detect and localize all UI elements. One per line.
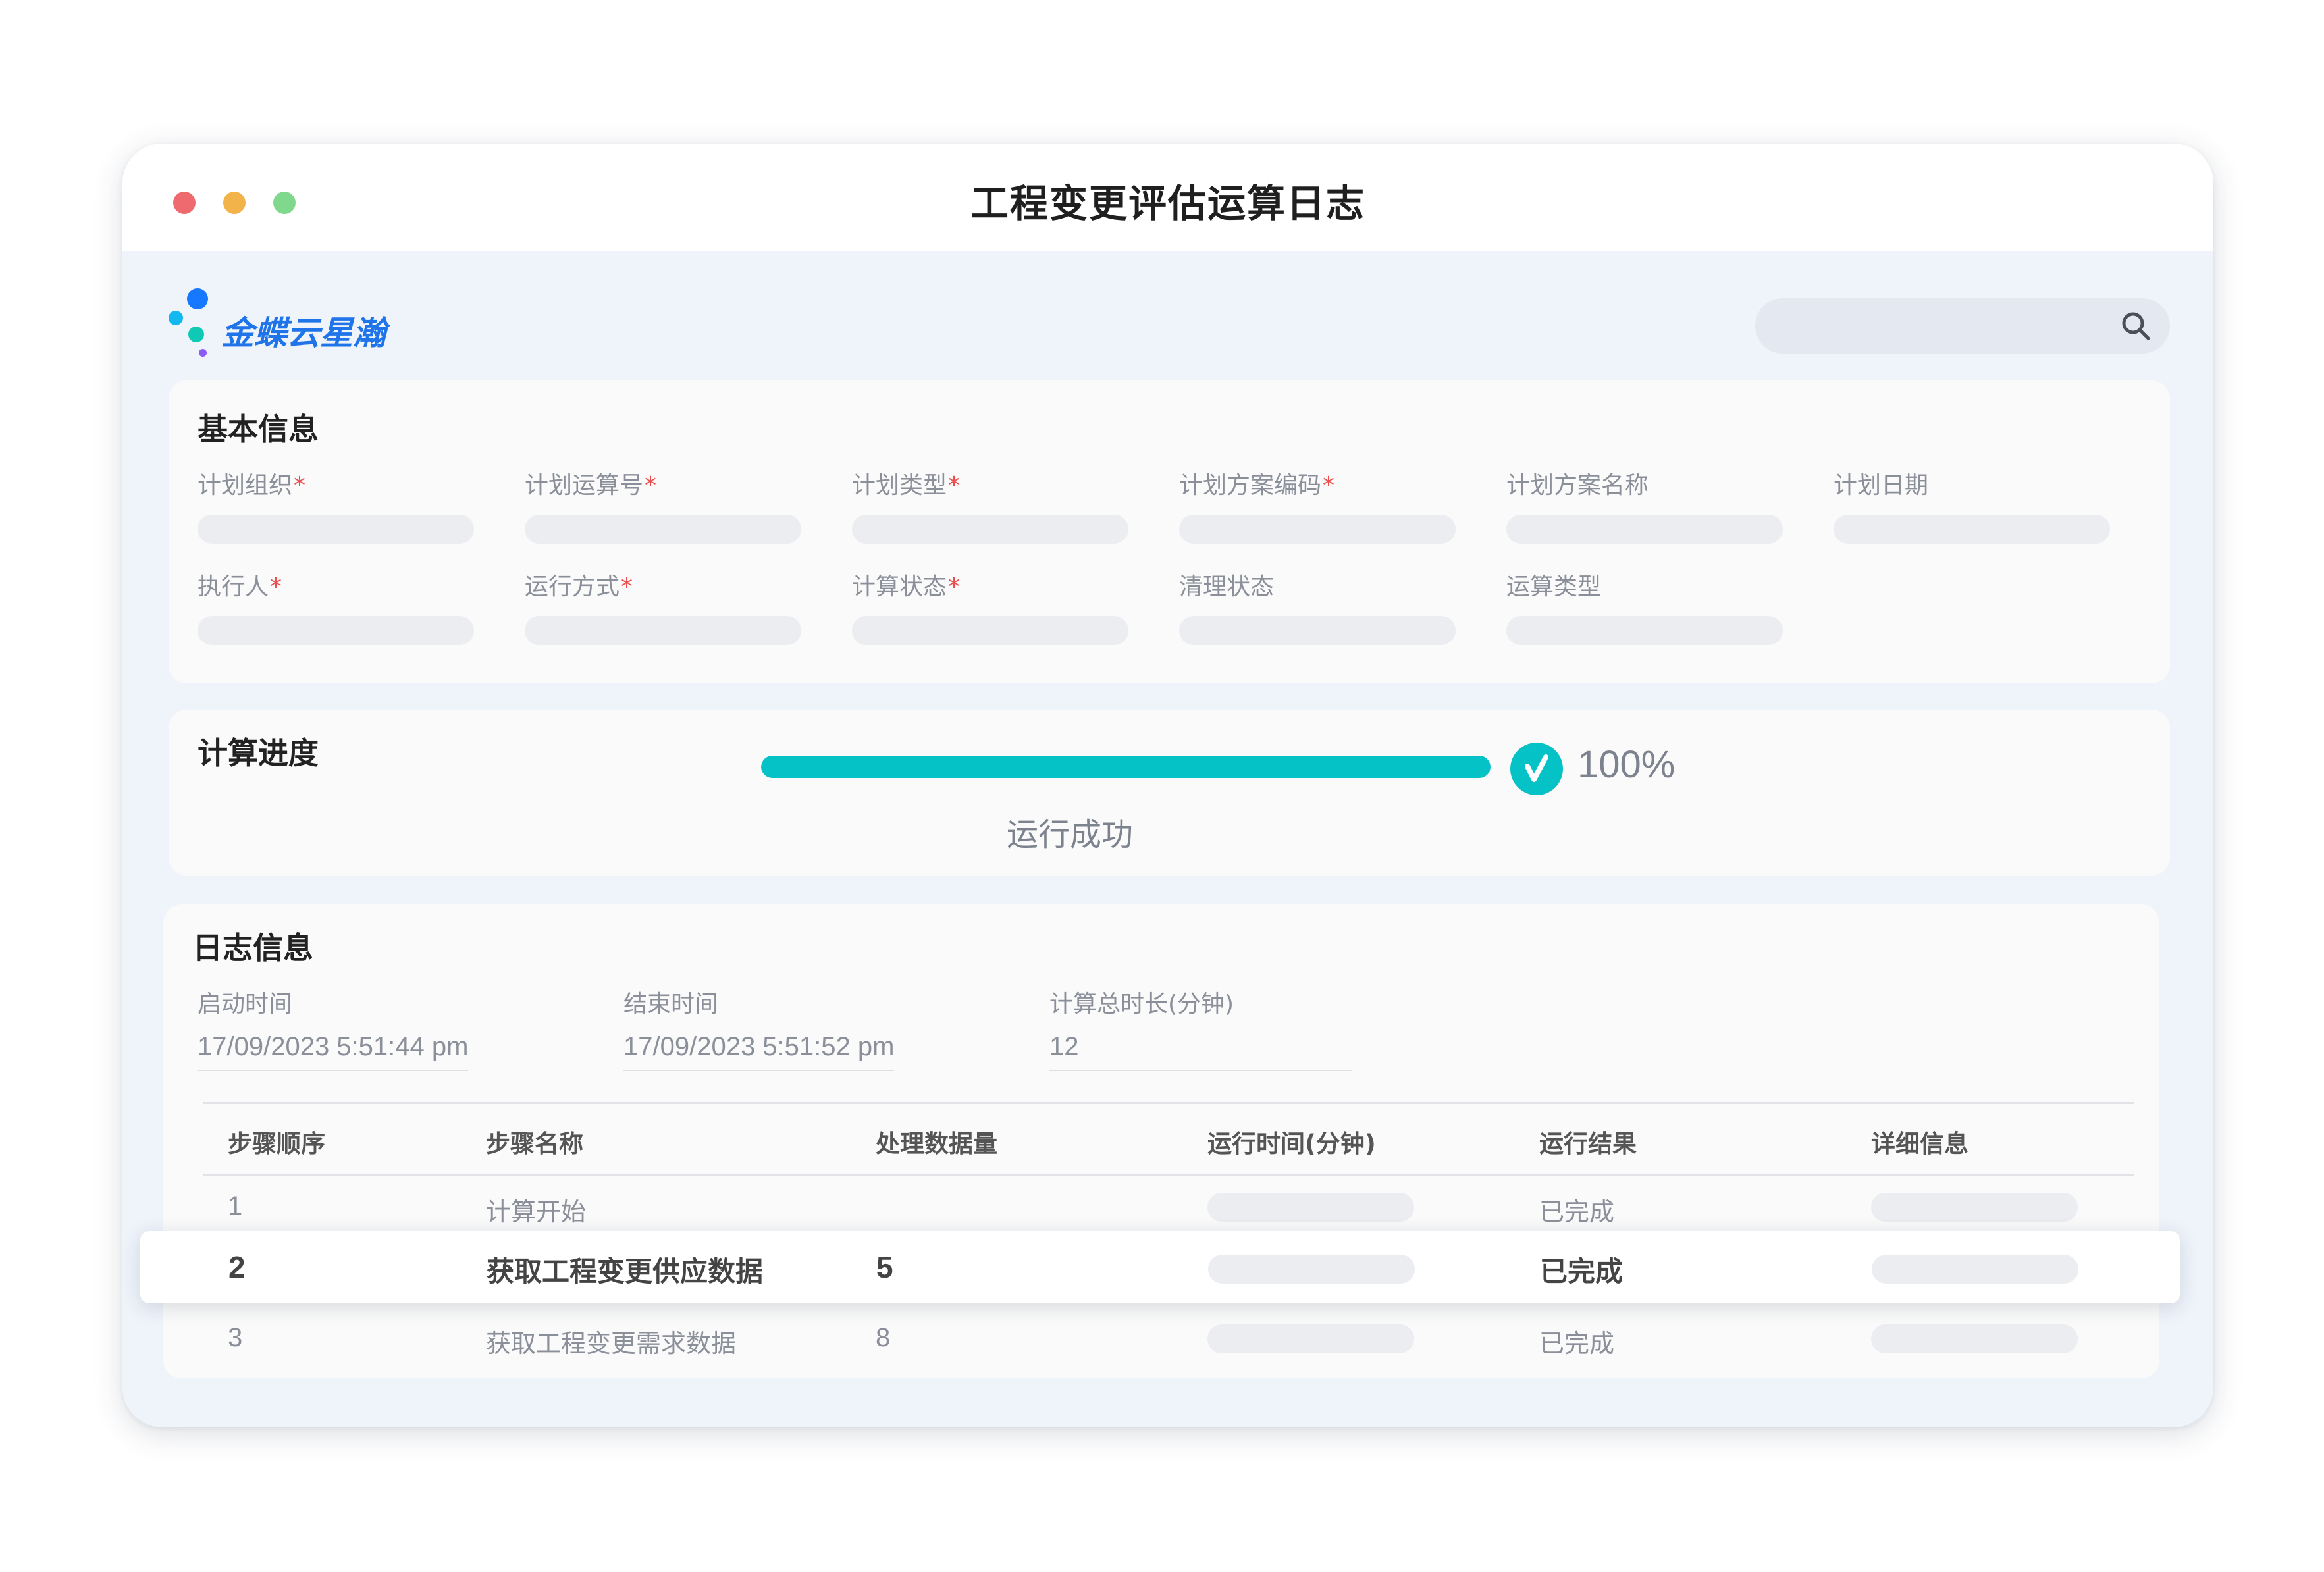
field-plan-type: 计划类型* [852,466,1128,544]
step-result: 已完成 [1539,1329,1615,1358]
step-name: 获取工程变更需求数据 [486,1329,737,1358]
logo-dot-icon [188,327,204,342]
field-label: 清理状态 [1179,573,1275,600]
detail-placeholder[interactable] [1872,1255,2078,1284]
step-count: 8 [876,1323,891,1352]
step-name: 获取工程变更供应数据 [487,1255,764,1288]
field-label: 执行人* [198,573,282,600]
run-time-placeholder [1207,1193,1414,1222]
col-header[interactable]: 运行结果 [1539,1124,1637,1159]
step-seq: 3 [228,1323,243,1352]
field-plan-org: 计划组织* [198,466,474,544]
field-plan-scheme-code: 计划方案编码* [1179,466,1456,544]
window-title: 工程变更评估运算日志 [970,181,1365,226]
check-icon [1510,743,1563,795]
step-result: 已完成 [1540,1255,1624,1288]
field-clean-status: 清理状态 [1179,567,1456,645]
field-label: 计划方案编码* [1179,472,1335,499]
logo-dot-icon [199,349,207,357]
field-label: 运算类型 [1506,573,1602,600]
detail-placeholder[interactable] [1871,1324,2078,1353]
duration-value: 12 [1049,1032,1352,1071]
field-plan-scheme-name: 计划方案名称 [1506,466,1783,544]
table-row[interactable]: 3 获取工程变更需求数据 8 已完成 [203,1307,2134,1373]
basic-info-title: 基本信息 [198,411,319,447]
logo-dot-icon [169,311,183,325]
plan-scheme-name-input[interactable] [1506,515,1783,544]
end-time-field: 结束时间 17/09/2023 5:51:52 pm [623,985,895,1071]
run-mode-input[interactable] [525,616,801,645]
progress-status: 运行成功 [1007,816,1134,853]
table-header: 步骤顺序 步骤名称 处理数据量 运行时间(分钟) 运行结果 详细信息 [203,1102,2134,1176]
detail-placeholder[interactable] [1871,1193,2078,1222]
step-count: 5 [876,1250,893,1284]
col-header[interactable]: 处理数据量 [876,1124,997,1159]
field-label: 运行方式* [525,573,633,600]
calc-type-input[interactable] [1506,616,1783,645]
calc-status-input[interactable] [852,616,1128,645]
plan-run-no-input[interactable] [525,515,801,544]
plan-date-input[interactable] [1834,515,2110,544]
log-info-card: 日志信息 启动时间 17/09/2023 5:51:44 pm 结束时间 17/… [163,904,2159,1378]
table-row-highlighted[interactable]: 2 获取工程变更供应数据 5 已完成 [140,1231,2180,1303]
search-box[interactable] [1755,298,2170,354]
start-time-value: 17/09/2023 5:51:44 pm [198,1032,469,1071]
basic-info-card: 基本信息 计划组织* 计划运算号* 计划类型* 计划方案编码* 计划方案名称 计… [169,380,2170,683]
duration-label: 计算总时长(分钟) [1049,991,1234,1018]
search-input[interactable] [1775,307,2104,344]
run-time-placeholder [1207,1324,1414,1353]
duration-field: 计算总时长(分钟) 12 [1049,985,1352,1071]
start-time-field: 启动时间 17/09/2023 5:51:44 pm [198,985,469,1071]
field-executor: 执行人* [198,567,474,645]
logo-dot-icon [187,288,208,309]
field-run-mode: 运行方式* [525,567,801,645]
field-label: 计算状态* [852,573,961,600]
col-header[interactable]: 步骤名称 [486,1124,583,1159]
step-name: 计算开始 [486,1197,587,1226]
progress-bar-fill [761,756,1491,778]
col-header[interactable]: 运行时间(分钟) [1207,1124,1376,1159]
brand-logo: 金蝶云星瀚 [169,288,432,374]
col-header[interactable]: 步骤顺序 [228,1124,325,1159]
progress-card: 计算进度 100% 运行成功 [169,710,2170,876]
step-result: 已完成 [1539,1197,1615,1226]
progress-percent: 100% [1577,743,1676,786]
end-time-value: 17/09/2023 5:51:52 pm [623,1032,895,1071]
field-label: 计划方案名称 [1506,472,1649,499]
field-calc-type: 运算类型 [1506,567,1783,645]
start-time-label: 启动时间 [198,991,293,1018]
executor-input[interactable] [198,616,474,645]
log-info-title: 日志信息 [192,930,313,966]
field-calc-status: 计算状态* [852,567,1128,645]
step-seq: 1 [228,1192,243,1220]
search-icon[interactable] [2120,310,2152,342]
plan-scheme-code-input[interactable] [1179,515,1456,544]
clean-status-input[interactable] [1179,616,1456,645]
field-label: 计划日期 [1834,472,1929,499]
run-time-placeholder [1208,1255,1415,1284]
field-plan-run-no: 计划运算号* [525,466,801,544]
col-header[interactable]: 详细信息 [1871,1124,1968,1159]
end-time-label: 结束时间 [623,991,719,1018]
plan-org-input[interactable] [198,515,474,544]
field-plan-date: 计划日期 [1834,466,2110,544]
plan-type-input[interactable] [852,515,1128,544]
field-label: 计划组织* [198,472,306,499]
step-seq: 2 [228,1250,246,1284]
progress-title: 计算进度 [198,735,319,771]
title-bar: 工程变更评估运算日志 [122,144,2213,251]
field-label: 计划运算号* [525,472,657,499]
brand-name: 金蝶云星瀚 [221,314,386,352]
field-label: 计划类型* [852,472,961,499]
progress-bar [761,756,1491,778]
